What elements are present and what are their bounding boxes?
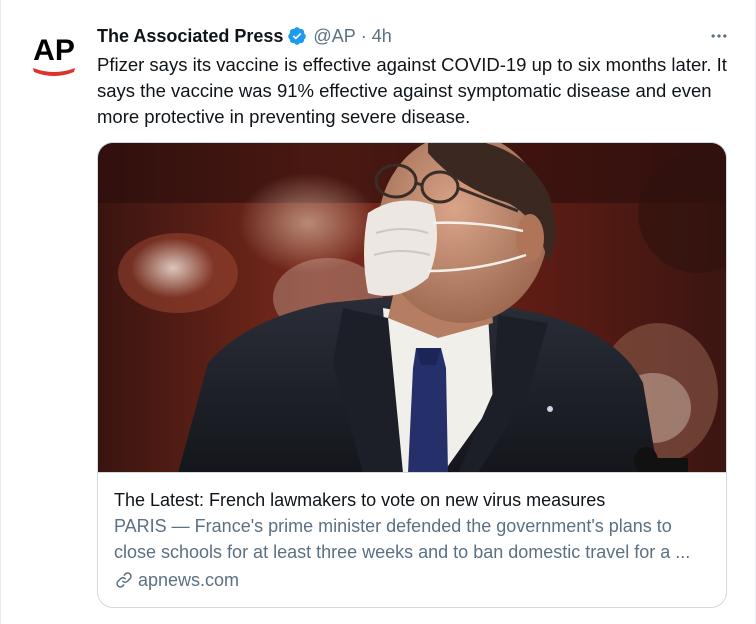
card-domain-text: apnews.com: [138, 570, 240, 590]
tweet[interactable]: AP The Associated Press @AP · 4h Pfizer …: [0, 0, 756, 624]
separator-dot: ·: [360, 25, 367, 46]
ap-logo: AP: [25, 24, 83, 82]
more-options-icon[interactable]: [705, 22, 733, 50]
timestamp[interactable]: 4h: [372, 26, 392, 47]
photo-man-in-face-mask: [98, 143, 726, 472]
avatar[interactable]: AP: [25, 24, 83, 82]
card-description-line: close schools for at least three weeks a…: [114, 542, 691, 562]
tweet-text: Pfizer says its vaccine is effective aga…: [97, 54, 727, 127]
link-icon: [114, 570, 134, 590]
card-body: The Latest: French lawmakers to vote on …: [114, 487, 712, 593]
author-handle[interactable]: @AP: [313, 26, 355, 47]
card-image[interactable]: [98, 143, 726, 473]
card-domain: apnews.com: [114, 567, 712, 593]
link-card[interactable]: The Latest: French lawmakers to vote on …: [97, 142, 727, 608]
avatar-text: AP: [33, 34, 75, 67]
card-description: PARIS — France's prime minister defended…: [114, 513, 712, 565]
card-title: The Latest: French lawmakers to vote on …: [114, 490, 606, 510]
verified-badge-icon: [287, 26, 307, 46]
card-description-line: PARIS — France's prime minister defended…: [114, 516, 672, 536]
tweet-header: The Associated Press @AP · 4h: [97, 22, 733, 50]
author-name[interactable]: The Associated Press: [97, 26, 283, 47]
